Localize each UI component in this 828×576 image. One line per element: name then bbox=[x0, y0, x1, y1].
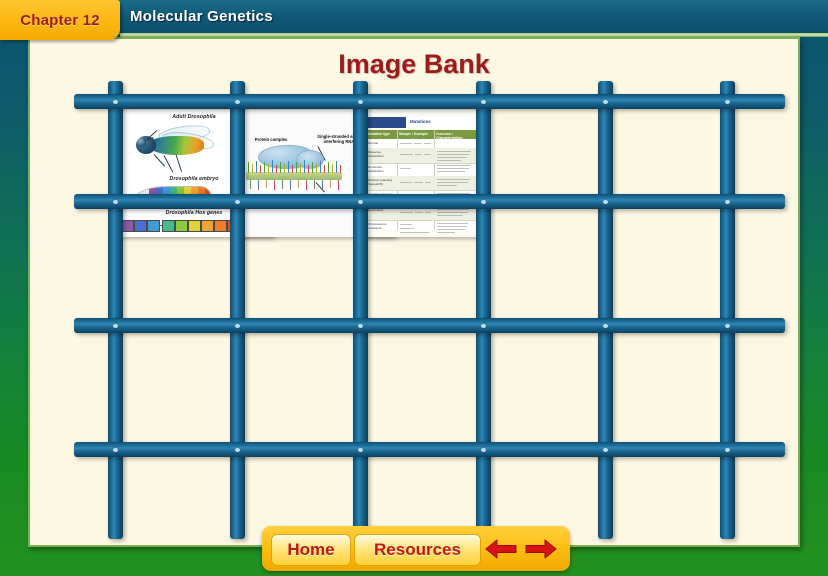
table-row-label: Deletion (causing frameshift) bbox=[368, 177, 392, 186]
grid-node bbox=[358, 448, 363, 452]
grid-node bbox=[603, 100, 608, 104]
table-title: Mutations bbox=[410, 119, 431, 124]
grid-node bbox=[113, 324, 118, 328]
grid-node bbox=[113, 448, 118, 452]
table-header-row: Mutation type Sample / Example Outcome /… bbox=[366, 130, 476, 140]
grid-node bbox=[235, 200, 240, 204]
table-row-label: Nonsense substitution bbox=[368, 164, 384, 173]
grid-bar-horizontal bbox=[74, 194, 785, 209]
table-row-label: Chromosome mutations bbox=[368, 221, 387, 230]
grid-node bbox=[725, 448, 730, 452]
grid-node bbox=[603, 448, 608, 452]
table-row-label: Normal bbox=[368, 140, 378, 145]
grid-node bbox=[481, 448, 486, 452]
right-arrow-icon[interactable] bbox=[524, 538, 558, 560]
table-row: Deletion (causing frameshift) bbox=[366, 176, 476, 191]
grid-node bbox=[725, 324, 730, 328]
header-bar bbox=[0, 0, 828, 33]
table-col-0: Mutation type bbox=[368, 132, 391, 136]
chapter-tab-label: Chapter 12 bbox=[20, 11, 100, 29]
grid-bar-vertical bbox=[353, 81, 368, 539]
grid-bar-vertical bbox=[598, 81, 613, 539]
grid-bar-horizontal bbox=[74, 94, 785, 109]
grid-bar-vertical bbox=[720, 81, 735, 539]
table-figure: Mutations Mutation type Sample / Example… bbox=[366, 117, 476, 233]
thumbnail-genetics-data-table[interactable]: Mutations Mutation type Sample / Example… bbox=[359, 110, 483, 237]
grid-node bbox=[725, 200, 730, 204]
grid-node bbox=[481, 100, 486, 104]
navigation-bar: Home Resources bbox=[262, 526, 570, 571]
table-row: Chromosome mutations bbox=[366, 220, 476, 237]
grid-node bbox=[235, 100, 240, 104]
presentation-slide: Chapter 12 Molecular Genetics Image Bank… bbox=[0, 0, 828, 576]
grid-node bbox=[358, 100, 363, 104]
home-button-label: Home bbox=[287, 540, 335, 559]
grid-node bbox=[358, 324, 363, 328]
grid-bar-vertical bbox=[108, 81, 123, 539]
grid-node bbox=[725, 100, 730, 104]
table-row: Missense substitution bbox=[366, 148, 476, 164]
mrna-strand bbox=[246, 172, 342, 180]
resources-button[interactable]: Resources bbox=[354, 534, 481, 566]
grid-node bbox=[235, 324, 240, 328]
grid-node bbox=[113, 100, 118, 104]
home-button[interactable]: Home bbox=[271, 534, 351, 566]
grid-node bbox=[481, 200, 486, 204]
thumb2-label-protein-complex: Protein complex bbox=[254, 137, 288, 142]
chapter-tab[interactable]: Chapter 12 bbox=[0, 0, 120, 40]
table-row-label: Missense substitution bbox=[368, 149, 384, 158]
resources-button-label: Resources bbox=[374, 540, 461, 559]
grid-node bbox=[603, 200, 608, 204]
grid-bar-vertical bbox=[230, 81, 245, 539]
grid-node bbox=[235, 448, 240, 452]
grid-bar-vertical bbox=[476, 81, 491, 539]
grid-node bbox=[603, 324, 608, 328]
grid-bar-horizontal bbox=[74, 318, 785, 333]
grid-node bbox=[481, 324, 486, 328]
left-arrow-icon[interactable] bbox=[484, 538, 518, 560]
grid-bar-horizontal bbox=[74, 442, 785, 457]
grid-node bbox=[113, 200, 118, 204]
table-row: Nonsense substitution bbox=[366, 163, 476, 177]
grid-node bbox=[358, 200, 363, 204]
table-title-swatch bbox=[366, 117, 406, 128]
header-title: Molecular Genetics bbox=[130, 8, 273, 25]
content-panel: Image Bank Adult Drosophila Drosophila e… bbox=[28, 37, 800, 547]
table-col-1: Sample / Example bbox=[399, 132, 428, 136]
